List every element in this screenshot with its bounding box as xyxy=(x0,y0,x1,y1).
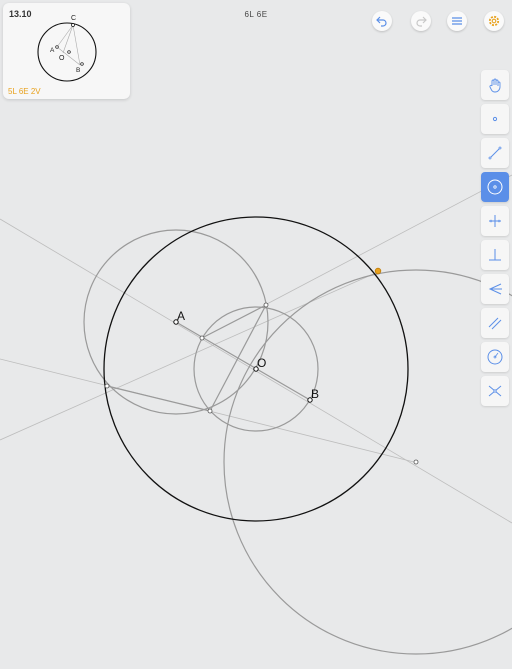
tool-intersect[interactable] xyxy=(481,376,509,406)
hand-icon xyxy=(489,78,501,93)
perpendicular-bisector-icon xyxy=(489,215,501,227)
tool-angle-bisector[interactable] xyxy=(481,274,509,304)
tool-perpendicular[interactable] xyxy=(481,240,509,270)
tool-perpendicular-bisector[interactable] xyxy=(481,206,509,236)
highlighted-point[interactable] xyxy=(374,267,382,275)
tool-point[interactable] xyxy=(481,104,509,134)
circle-icon xyxy=(487,179,503,195)
hamburger-icon xyxy=(452,17,462,25)
intersection-point[interactable] xyxy=(413,459,419,465)
tool-circle[interactable] xyxy=(481,172,509,202)
line-icon xyxy=(488,146,502,160)
tool-parallel[interactable] xyxy=(481,308,509,338)
tool-move[interactable] xyxy=(481,70,509,100)
redo-button[interactable] xyxy=(411,11,431,31)
angle-bisector-icon xyxy=(488,283,502,295)
point-b-label: B xyxy=(311,387,319,401)
intersection-point[interactable] xyxy=(104,383,110,389)
intersect-icon xyxy=(488,385,502,397)
point-o-label: O xyxy=(257,356,266,370)
tool-compass[interactable] xyxy=(481,342,509,372)
construction-segment xyxy=(201,304,267,339)
preview-label-a: A xyxy=(50,47,55,54)
menu-button[interactable] xyxy=(447,11,467,31)
undo-icon xyxy=(376,16,387,27)
construction-canvas[interactable]: A O B xyxy=(0,0,512,669)
construction-circle-large xyxy=(223,269,512,655)
intersection-point[interactable] xyxy=(199,335,205,341)
construction-segment xyxy=(106,385,211,412)
redo-icon xyxy=(416,16,427,27)
tool-line[interactable] xyxy=(481,138,509,168)
preview-label-b: B xyxy=(76,67,80,74)
point-icon xyxy=(492,116,498,122)
tool-palette xyxy=(481,70,509,406)
undo-button[interactable] xyxy=(372,11,392,31)
settings-button[interactable] xyxy=(484,11,504,31)
construction-line xyxy=(264,174,512,306)
level-goals: 5L 6E 2V xyxy=(8,87,41,96)
construction-line xyxy=(0,270,381,441)
gear-icon xyxy=(488,15,500,27)
preview-label-o: O xyxy=(59,55,65,62)
intersection-point[interactable] xyxy=(263,302,269,308)
move-counter: 6L 6E xyxy=(244,10,268,19)
parallel-icon xyxy=(488,317,502,330)
point-a-label: A xyxy=(177,309,185,323)
perpendicular-icon xyxy=(489,249,501,261)
compass-icon xyxy=(487,349,503,365)
segment-ab xyxy=(175,321,311,401)
intersection-point[interactable] xyxy=(207,408,213,414)
